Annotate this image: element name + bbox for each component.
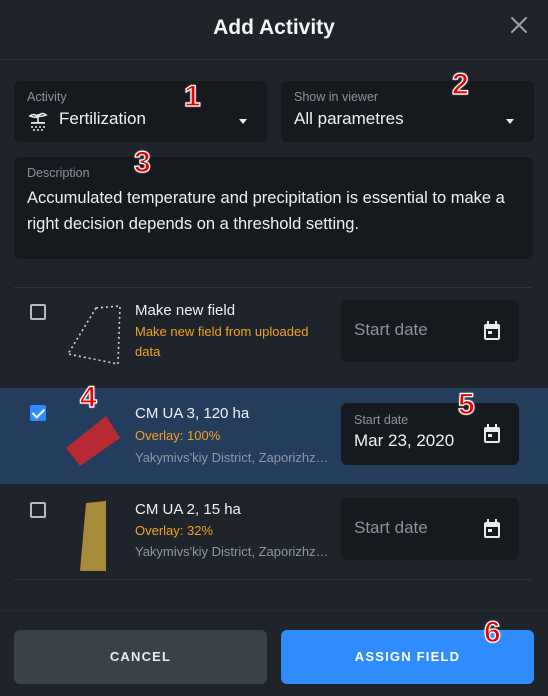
viewer-label: Show in viewer bbox=[294, 90, 379, 104]
field-shape bbox=[80, 501, 106, 571]
start-date-value: Mar 23, 2020 bbox=[354, 431, 455, 450]
divider bbox=[0, 610, 548, 611]
divider bbox=[14, 579, 532, 580]
start-date-picker[interactable]: Start date bbox=[341, 498, 519, 560]
field-row[interactable]: CM UA 2, 15 ha Overlay: 32% Yakymivs'kiy… bbox=[0, 485, 548, 581]
viewer-select[interactable]: Show in viewer All parametres bbox=[281, 81, 534, 142]
field-name: Make new field bbox=[135, 302, 236, 319]
calendar-icon bbox=[484, 321, 500, 340]
start-date-placeholder: Start date bbox=[354, 320, 428, 339]
field-name: CM UA 2, 15 ha bbox=[135, 501, 241, 518]
start-date-picker[interactable]: Start date bbox=[341, 300, 519, 362]
annotation-number: 5 bbox=[457, 387, 475, 421]
field-subtitle-line2: data bbox=[135, 344, 161, 359]
field-checkbox[interactable] bbox=[30, 502, 46, 518]
fertilization-icon bbox=[28, 112, 48, 131]
annotation-number: 6 bbox=[483, 615, 501, 649]
start-date-label: Start date bbox=[354, 413, 409, 427]
calendar-icon bbox=[484, 519, 500, 538]
description-field[interactable]: Description Accumulated temperature and … bbox=[14, 157, 533, 259]
chevron-down-icon bbox=[239, 119, 247, 124]
chevron-down-icon bbox=[506, 119, 514, 124]
annotation-number: 2 bbox=[451, 67, 469, 101]
viewer-value: All parametres bbox=[294, 109, 404, 128]
cancel-button[interactable]: CANCEL bbox=[14, 630, 267, 684]
field-checkbox-checked[interactable] bbox=[30, 405, 46, 421]
annotation-number: 4 bbox=[79, 380, 97, 414]
dotted-field-shape bbox=[66, 305, 121, 365]
field-overlay: Overlay: 100% bbox=[135, 428, 221, 443]
calendar-icon bbox=[484, 424, 500, 443]
dialog-header: Add Activity bbox=[0, 0, 548, 60]
field-row-new[interactable]: Make new field Make new field from uploa… bbox=[0, 288, 548, 383]
start-date-placeholder: Start date bbox=[354, 518, 428, 537]
start-date-picker[interactable]: Start date Mar 23, 2020 bbox=[341, 403, 519, 465]
dialog-title: Add Activity bbox=[213, 16, 335, 39]
field-name: CM UA 3, 120 ha bbox=[135, 405, 250, 422]
field-subtitle-line1: Make new field from uploaded bbox=[135, 324, 309, 339]
field-checkbox[interactable] bbox=[30, 304, 46, 320]
description-text: Accumulated temperature and precipitatio… bbox=[27, 189, 505, 233]
field-location: Yakymivs'kiy District, Zaporizhzhia bbox=[135, 450, 330, 465]
activity-value: Fertilization bbox=[59, 109, 146, 128]
description-label: Description bbox=[27, 166, 90, 180]
activity-select[interactable]: Activity Fertilization bbox=[14, 81, 267, 142]
close-icon[interactable] bbox=[508, 14, 530, 36]
field-location: Yakymivs'kiy District, Zaporizhzhia bbox=[135, 544, 330, 559]
annotation-number: 3 bbox=[133, 145, 151, 179]
activity-label: Activity bbox=[27, 90, 67, 104]
annotation-number: 1 bbox=[183, 79, 201, 113]
field-overlay: Overlay: 32% bbox=[135, 523, 214, 538]
